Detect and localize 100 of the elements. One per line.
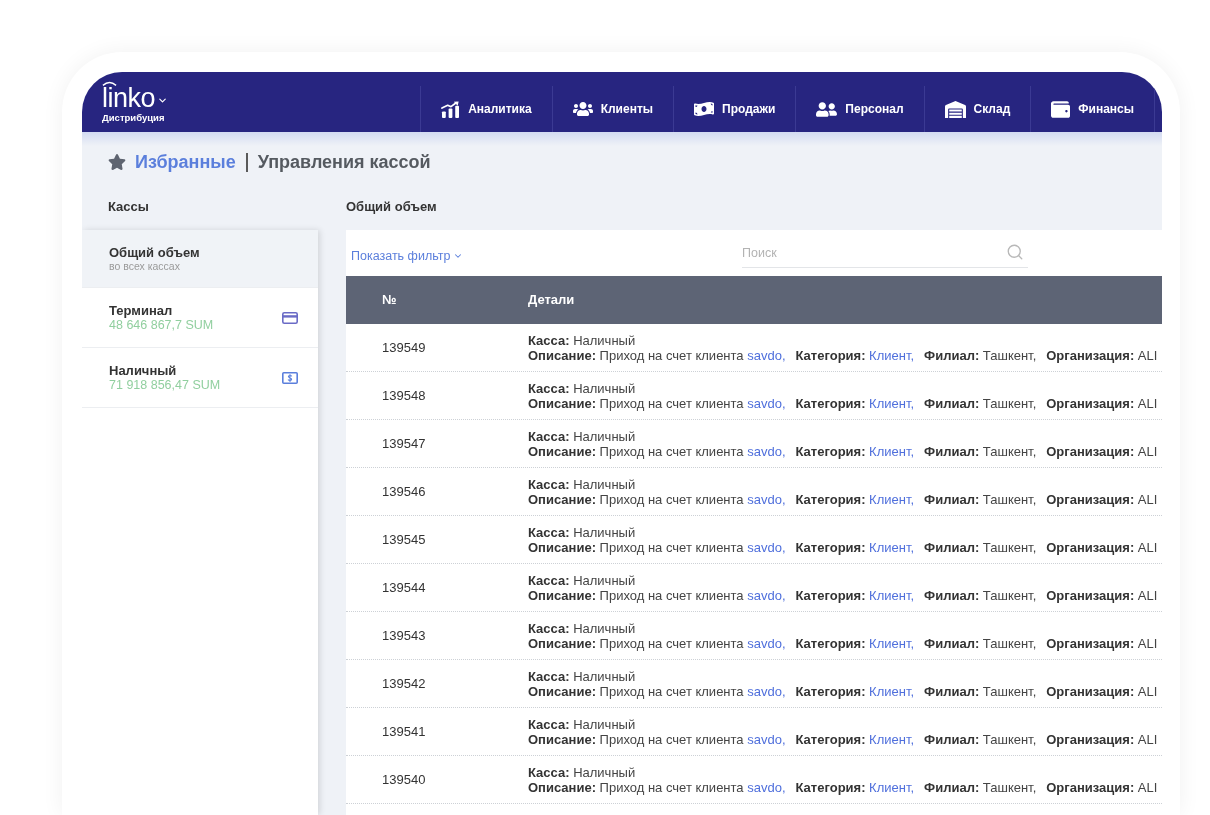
detail-text: Описание: Приход на счет клиента savdo, [528,635,786,651]
detail-text: Описание: Приход на счет клиента savdo, [528,731,786,747]
detail-text: Организация: ALI [1046,443,1158,459]
detail-link[interactable]: Клиент, [869,347,915,363]
transaction-number: 139541 [382,722,426,741]
search-field[interactable]: Поиск [742,238,1028,268]
wallet-icon [1051,99,1071,119]
detail-text: Касса: Наличный [528,380,636,396]
detail-text: Филиал: Ташкент, [924,347,1037,363]
detail-link[interactable]: savdo, [747,731,786,747]
detail-link[interactable]: savdo, [747,347,786,363]
chevron-down-icon [453,251,464,261]
detail-text: Описание: Приход на счет клиента savdo, [528,587,786,603]
logo-arc-icon [102,81,117,86]
detail-text: Филиал: Ташкент, [924,635,1037,651]
detail-text: Касса: Наличный [528,524,636,540]
detail-link[interactable]: savdo, [747,395,786,411]
detail-text: Категория: Клиент, [795,779,915,795]
column-header: Детали [528,291,575,310]
detail-link[interactable]: savdo, [747,587,786,603]
detail-text: Организация: ALI [1046,731,1158,747]
logo[interactable]: linko [102,86,156,110]
detail-link[interactable]: Клиент, [869,635,915,651]
detail-link[interactable]: Клиент, [869,395,915,411]
detail-link[interactable]: Клиент, [869,539,915,555]
transaction-number: 139543 [382,626,426,645]
detail-text: Касса: Наличный [528,476,636,492]
banknote-icon [694,99,715,119]
cashbox-subtitle: во всех кассах [109,259,181,273]
detail-text: Категория: Клиент, [795,347,915,363]
detail-text: Касса: Наличный [528,620,636,636]
favorites-link[interactable]: Избранные [135,152,236,172]
chevron-down-icon[interactable] [157,95,169,106]
detail-link[interactable]: Клиент, [869,683,915,699]
detail-text: Организация: ALI [1046,587,1158,603]
detail-text: Описание: Приход на счет клиента savdo, [528,395,786,411]
dollar-bill-icon [282,371,298,384]
detail-text: Категория: Клиент, [795,731,915,747]
cashbox-amount: 48 646 867,7 SUM [109,317,215,333]
detail-link[interactable]: savdo, [747,539,786,555]
detail-text: Организация: ALI [1046,491,1158,507]
detail-link[interactable]: savdo, [747,635,786,651]
cashbox-name: Общий объем [109,244,201,260]
detail-text: Организация: ALI [1046,683,1158,699]
detail-text: Описание: Приход на счет клиента savdo, [528,779,786,795]
cashbox-name: Терминал [109,302,174,318]
detail-text: Касса: Наличный [528,572,636,588]
detail-text: Категория: Клиент, [795,635,915,651]
transaction-number: 139540 [382,770,426,789]
detail-text: Филиал: Ташкент, [924,539,1037,555]
section-title: Общий объем [346,198,437,217]
detail-link[interactable]: Клиент, [869,779,915,795]
cashbox-item[interactable]: Терминал 48 646 867,7 SUM [82,288,318,348]
transaction-number: 139544 [382,578,426,597]
cashbox-item[interactable]: Общий объем во всех кассах [82,230,318,288]
detail-link[interactable]: Клиент, [869,443,915,459]
detail-text: Филиал: Ташкент, [924,443,1037,459]
star-icon [108,153,126,171]
transaction-number: 139545 [382,530,426,549]
detail-text: Касса: Наличный [528,668,636,684]
detail-text: Организация: ALI [1046,635,1158,651]
cashbox-item[interactable]: Наличный 71 918 856,47 SUM [82,348,318,408]
detail-text: Организация: ALI [1046,779,1158,795]
transaction-number: 139547 [382,434,426,453]
detail-text: Организация: ALI [1046,539,1158,555]
warehouse-icon [944,98,966,120]
detail-text: Касса: Наличный [528,716,636,732]
column-header: № [382,291,398,310]
transaction-number: 139542 [382,674,426,693]
cashbox-amount: 71 918 856,47 SUM [109,377,222,393]
detail-link[interactable]: Клиент, [869,587,915,603]
detail-text: Описание: Приход на счет клиента savdo, [528,491,786,507]
detail-text: Филиал: Ташкент, [924,587,1037,603]
detail-link[interactable]: Клиент, [869,731,915,747]
detail-text: Категория: Клиент, [795,683,915,699]
detail-link[interactable]: savdo, [747,491,786,507]
detail-link[interactable]: savdo, [747,779,786,795]
detail-text: Касса: Наличный [528,764,636,780]
detail-text: Описание: Приход на счет клиента savdo, [528,443,786,459]
detail-text: Организация: ALI [1046,347,1158,363]
detail-text: Филиал: Ташкент, [924,779,1037,795]
detail-text: Категория: Клиент, [795,443,915,459]
show-filter-button[interactable]: Показать фильтр [351,246,464,266]
detail-text: Категория: Клиент, [795,539,915,555]
detail-text: Филиал: Ташкент, [924,731,1037,747]
detail-text: Категория: Клиент, [795,491,915,507]
detail-text: Организация: ALI [1046,395,1158,411]
detail-text: Касса: Наличный [528,332,636,348]
detail-link[interactable]: savdo, [747,683,786,699]
detail-text: Описание: Приход на счет клиента savdo, [528,539,786,555]
detail-text: Категория: Клиент, [795,395,915,411]
users-icon [572,99,593,119]
detail-link[interactable]: Клиент, [869,491,915,507]
transaction-number: 139549 [382,338,426,357]
detail-link[interactable]: savdo, [747,443,786,459]
detail-text: Касса: Наличный [528,428,636,444]
detail-text: Категория: Клиент, [795,587,915,603]
detail-text: Описание: Приход на счет клиента savdo, [528,347,786,363]
transaction-number: 139546 [382,482,426,501]
credit-card-icon [282,311,298,324]
